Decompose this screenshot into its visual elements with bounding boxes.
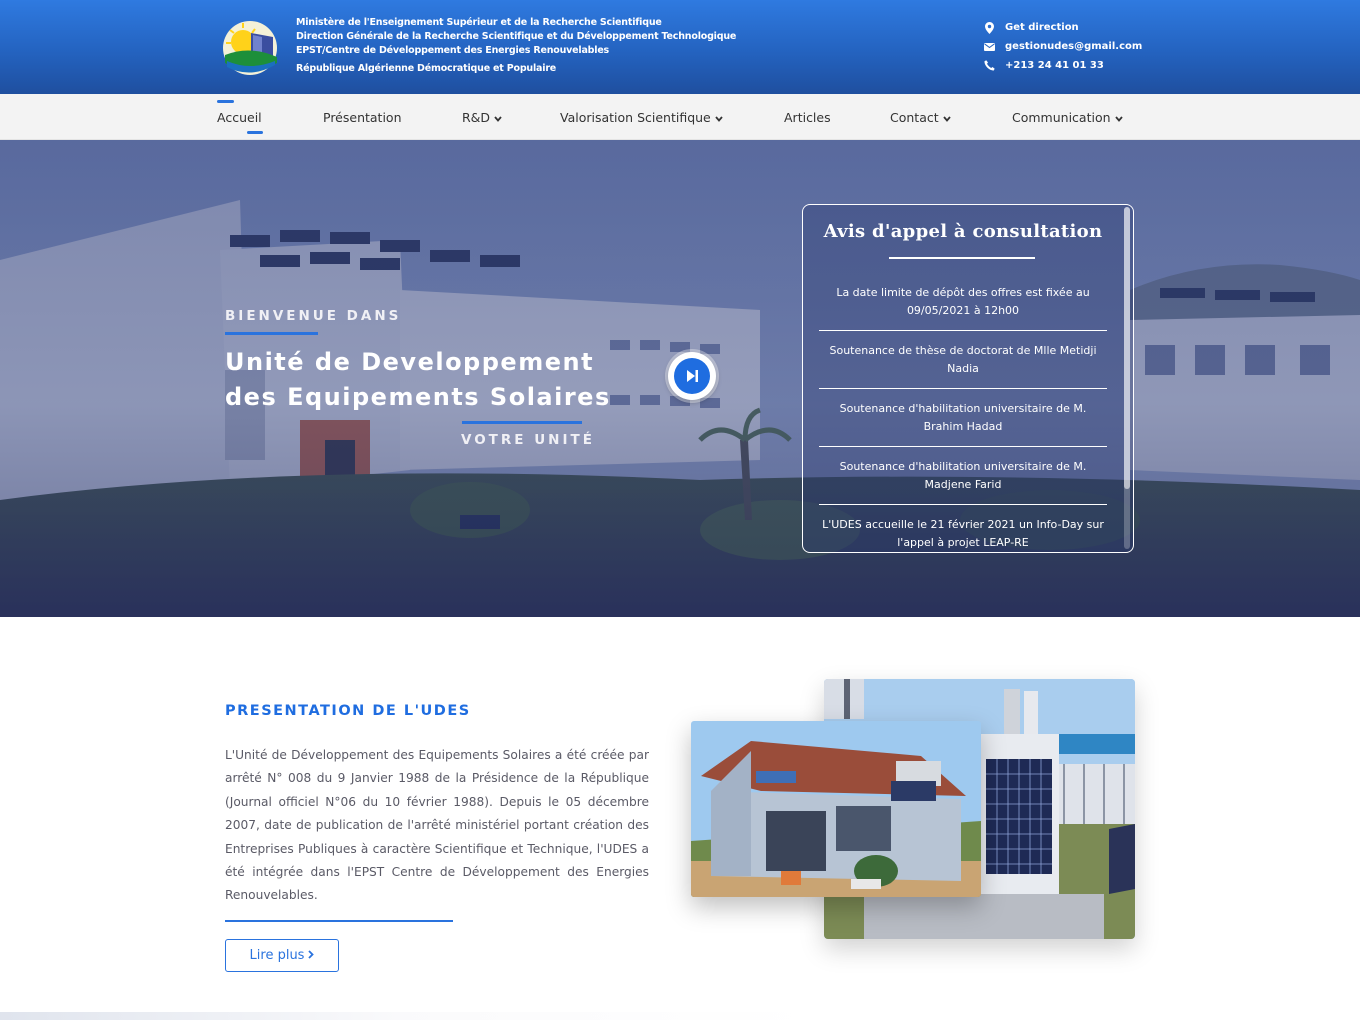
- chevron-down-icon: [494, 110, 502, 125]
- announcements-list: La date limite de dépôt des offres est f…: [819, 273, 1107, 552]
- nav-contact[interactable]: Contact: [890, 94, 951, 140]
- announcement-item[interactable]: La date limite de dépôt des offres est f…: [819, 273, 1107, 331]
- email-label: gestionudes@gmail.com: [1005, 41, 1143, 52]
- hero-kicker-underline: [225, 332, 318, 335]
- read-more-label: Lire plus: [249, 948, 305, 963]
- udes-logo[interactable]: [221, 15, 279, 77]
- map-pin-icon: [982, 21, 996, 34]
- contact-block: Get direction gestionudes@gmail.com +213…: [982, 18, 1142, 75]
- hero-subtitle-overline: [462, 421, 582, 424]
- organization-lines: Ministère de l'Enseignement Supérieur et…: [296, 16, 736, 76]
- nav-communication[interactable]: Communication: [1012, 94, 1123, 140]
- nav-accueil[interactable]: Accueil: [217, 94, 263, 140]
- hero-title-line-1: Unité de Developpement: [225, 348, 595, 376]
- org-line-ministry: Ministère de l'Enseignement Supérieur et…: [296, 17, 662, 28]
- presentation-divider: [225, 920, 453, 922]
- get-direction-link[interactable]: Get direction: [982, 18, 1142, 37]
- announcement-item[interactable]: Soutenance d'habilitation universitaire …: [819, 447, 1107, 505]
- main-nav: Accueil Présentation R&D Valorisation Sc…: [0, 94, 1360, 140]
- chevron-right-icon: [308, 948, 315, 963]
- nav-presentation[interactable]: Présentation: [323, 94, 402, 140]
- chevron-down-icon: [715, 110, 723, 125]
- hero-banner: BIENVENUE DANS Unité de Developpement de…: [0, 140, 1360, 617]
- nav-contact-label: Contact: [890, 109, 939, 125]
- nav-articles[interactable]: Articles: [784, 94, 831, 140]
- presentation-text: L'Unité de Développement des Equipements…: [225, 748, 649, 903]
- nav-valorisation[interactable]: Valorisation Scientifique: [560, 94, 723, 140]
- hero-title-line-2: des Equipements Solaires: [225, 383, 611, 411]
- hero-subtitle: VOTRE UNITÉ: [461, 432, 595, 448]
- nav-presentation-label: Présentation: [323, 109, 402, 125]
- nav-rd[interactable]: R&D: [462, 94, 502, 140]
- phone-icon: [982, 60, 996, 71]
- nav-rd-label: R&D: [462, 109, 491, 125]
- hero-kicker: BIENVENUE DANS: [225, 308, 402, 324]
- nav-communication-label: Communication: [1012, 109, 1111, 125]
- slider-next-button[interactable]: [668, 352, 716, 400]
- phone-link[interactable]: +213 24 41 01 33: [982, 56, 1142, 75]
- email-link[interactable]: gestionudes@gmail.com: [982, 37, 1142, 56]
- org-line-republic: République Algérienne Démocratique et Po…: [296, 63, 557, 74]
- top-header: Ministère de l'Enseignement Supérieur et…: [0, 0, 1360, 94]
- nav-accueil-label: Accueil: [217, 109, 262, 125]
- chevron-down-icon: [942, 110, 951, 125]
- announcement-item[interactable]: L'UDES accueille le 21 février 2021 un I…: [819, 505, 1107, 552]
- announcements-title-underline: [889, 257, 1035, 259]
- chevron-down-icon: [1114, 110, 1123, 125]
- phone-label: +213 24 41 01 33: [1005, 60, 1104, 71]
- envelope-icon: [982, 42, 996, 51]
- nav-valorisation-label: Valorisation Scientifique: [560, 109, 711, 125]
- direction-label: Get direction: [1005, 22, 1079, 33]
- announcement-item[interactable]: Soutenance d'habilitation universitaire …: [819, 389, 1107, 447]
- nav-articles-label: Articles: [784, 109, 831, 125]
- section-divider: [0, 1012, 1360, 1020]
- org-line-direction: Direction Générale de la Recherche Scien…: [296, 31, 737, 42]
- play-next-icon: [674, 358, 710, 394]
- org-line-cder: EPST/Centre de Développement des Energie…: [296, 45, 610, 56]
- hero-title: Unité de Developpement des Equipements S…: [225, 345, 625, 415]
- announcements-scrollbar-thumb[interactable]: [1124, 207, 1130, 489]
- read-more-button[interactable]: Lire plus: [225, 939, 339, 972]
- prefab-house-photo: [691, 721, 981, 897]
- presentation-heading: PRESENTATION DE L'UDES: [225, 703, 471, 719]
- announcements-panel[interactable]: Avis d'appel à consultation La date limi…: [802, 204, 1134, 553]
- announcements-title: Avis d'appel à consultation: [823, 221, 1103, 242]
- announcement-item[interactable]: Soutenance de thèse de doctorat de Mlle …: [819, 331, 1107, 389]
